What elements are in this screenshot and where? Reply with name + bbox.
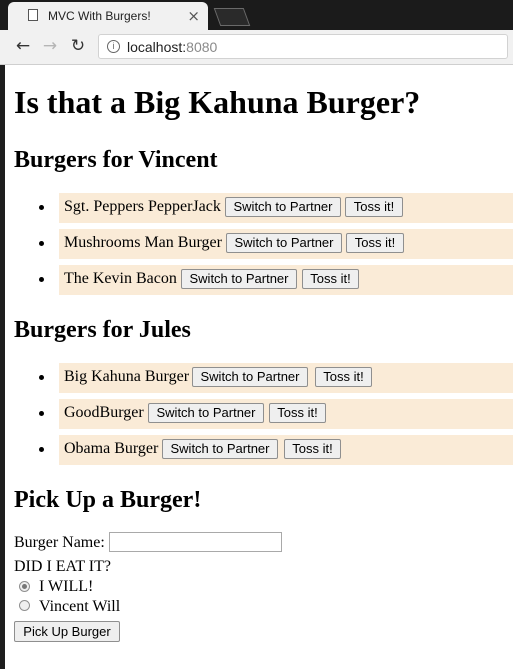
pickup-heading: Pick Up a Burger! [14, 487, 202, 513]
new-tab-button[interactable] [213, 8, 251, 26]
back-arrow-icon[interactable]: ← [13, 36, 33, 56]
toss-button[interactable]: Toss it! [284, 439, 341, 459]
url-host: localhost: [127, 39, 187, 55]
burger-name-label: Burger Name: [14, 534, 105, 551]
bullet-icon [39, 447, 44, 452]
switch-to-partner-button[interactable]: Switch to Partner [192, 367, 308, 387]
toss-button[interactable]: Toss it! [269, 403, 326, 423]
switch-to-partner-button[interactable]: Switch to Partner [225, 197, 341, 217]
burger-name: The Kevin Bacon [64, 270, 177, 287]
jules-heading: Burgers for Jules [14, 317, 191, 343]
address-bar[interactable]: i localhost:8080 [98, 34, 508, 59]
burger-name: Obama Burger [64, 440, 159, 457]
eat-question-label: DID I EAT IT? [14, 558, 112, 575]
vincent-will-radio[interactable] [19, 600, 30, 611]
vincent-burger-item: Sgt. Peppers PepperJack Switch to Partne… [39, 193, 513, 223]
burger-name: Big Kahuna Burger [64, 368, 190, 385]
burger-name: Mushrooms Man Burger [64, 234, 222, 251]
pick-up-burger-button[interactable]: Pick Up Burger [14, 621, 120, 642]
bullet-icon [39, 241, 44, 246]
vincent-heading: Burgers for Vincent [14, 147, 218, 173]
toss-button[interactable]: Toss it! [346, 233, 404, 253]
browser-tab[interactable]: MVC With Burgers! × [8, 2, 208, 30]
jules-burger-item: GoodBurger Switch to Partner Toss it! [39, 399, 513, 429]
switch-to-partner-button[interactable]: Switch to Partner [181, 269, 297, 289]
jules-burger-item: Big Kahuna Burger Switch to Partner Toss… [39, 363, 513, 393]
vincent-burger-item: Mushrooms Man Burger Switch to Partner T… [39, 229, 513, 259]
info-icon[interactable]: i [107, 40, 120, 53]
switch-to-partner-button[interactable]: Switch to Partner [162, 439, 278, 459]
switch-to-partner-button[interactable]: Switch to Partner [226, 233, 342, 253]
jules-burger-item: Obama Burger Switch to Partner Toss it! [39, 435, 513, 465]
page-icon [28, 9, 38, 21]
burger-name: GoodBurger [64, 404, 144, 421]
burger-name-input[interactable] [109, 532, 282, 552]
toss-button[interactable]: Toss it! [345, 197, 403, 217]
bullet-icon [39, 277, 44, 282]
burger-name: Sgt. Peppers PepperJack [64, 198, 221, 215]
reload-icon[interactable]: ↻ [68, 36, 88, 56]
url-port: 8080 [186, 39, 218, 55]
tab-title: MVC With Burgers! [48, 9, 151, 23]
forward-arrow-icon[interactable]: → [40, 36, 60, 56]
browser-tab-bar: MVC With Burgers! × [0, 0, 513, 30]
toss-button[interactable]: Toss it! [315, 367, 372, 387]
bullet-icon [39, 411, 44, 416]
i-will-label: I WILL! [39, 578, 94, 595]
close-tab-icon[interactable]: × [187, 6, 200, 26]
page-title: Is that a Big Kahuna Burger? [14, 84, 421, 120]
i-will-radio[interactable] [19, 581, 30, 592]
browser-toolbar: ← → ↻ i localhost:8080 [0, 30, 513, 65]
url-text: localhost:8080 [127, 39, 217, 55]
toss-button[interactable]: Toss it! [302, 269, 359, 289]
bullet-icon [39, 375, 44, 380]
page-content: Is that a Big Kahuna Burger? Burgers for… [5, 65, 513, 669]
vincent-burger-item: The Kevin Bacon Switch to Partner Toss i… [39, 265, 513, 295]
switch-to-partner-button[interactable]: Switch to Partner [148, 403, 264, 423]
vincent-will-label: Vincent Will [39, 598, 121, 615]
bullet-icon [39, 205, 44, 210]
